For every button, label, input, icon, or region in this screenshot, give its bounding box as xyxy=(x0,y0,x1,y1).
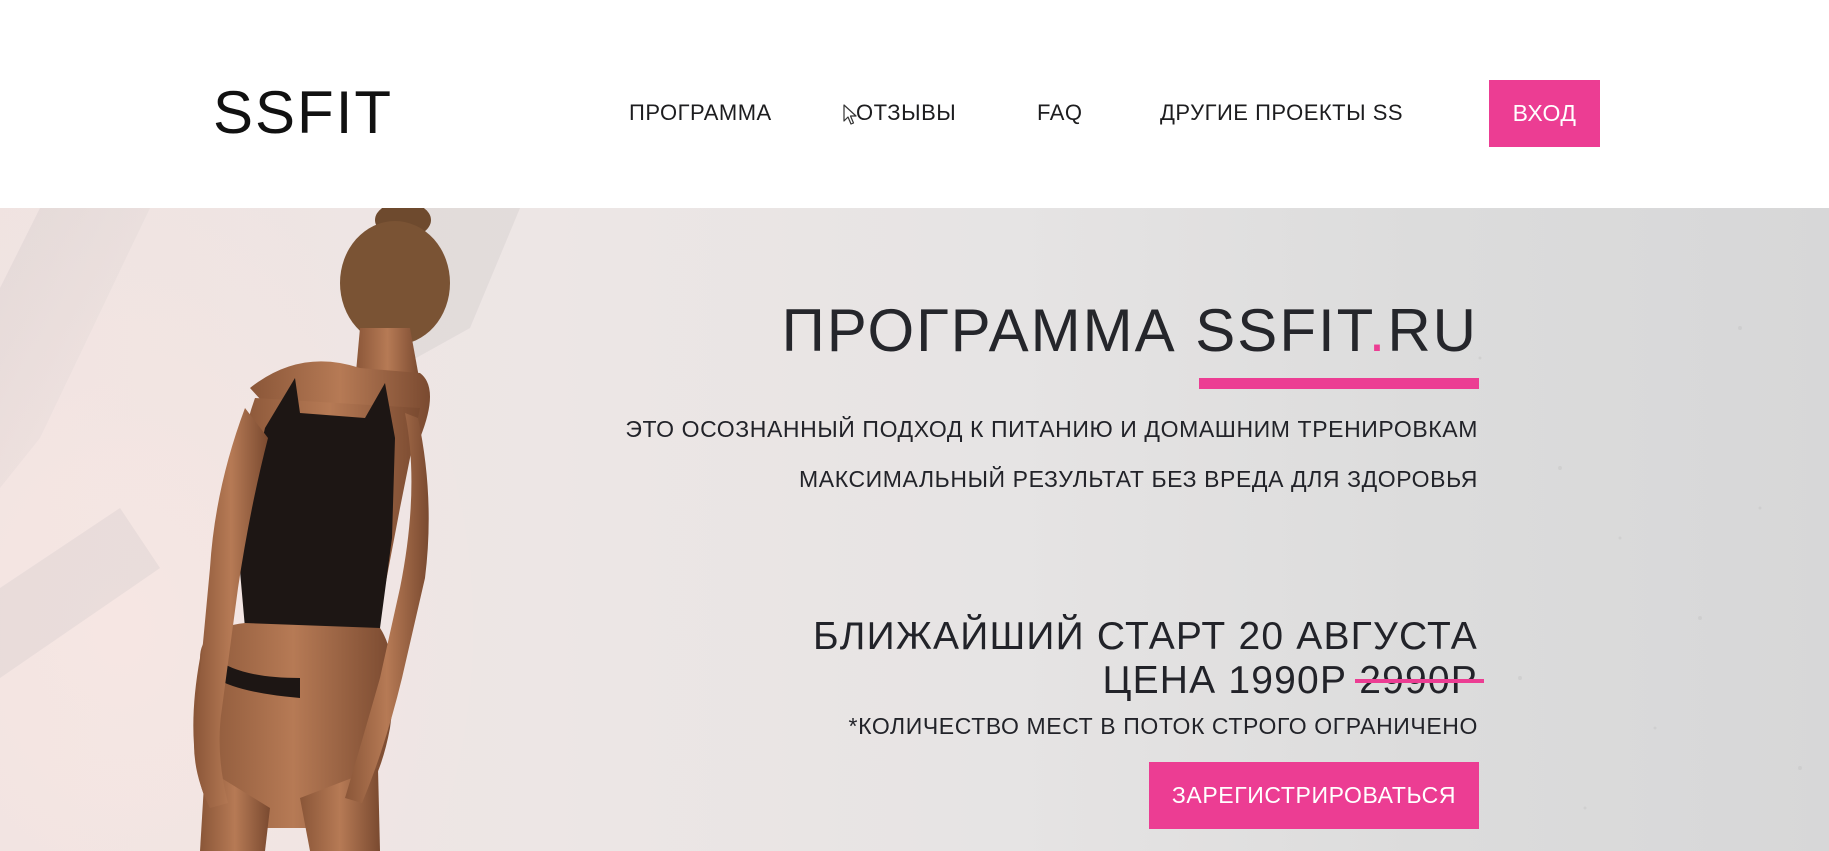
site-header: SSFIT ПРОГРАММА ОТЗЫВЫ FAQ ДРУГИЕ ПРОЕКТ… xyxy=(0,0,1829,208)
nav-link-program[interactable]: ПРОГРАММА xyxy=(629,100,772,126)
hero-content: ЭТО ОСОЗНАННЫЙ ПОДХОД К ПИТАНИЮ И ДОМАШН… xyxy=(0,208,1829,851)
login-button[interactable]: ВХОД xyxy=(1489,80,1600,147)
register-button[interactable]: ЗАРЕГИСТРИРОВАТЬСЯ xyxy=(1149,762,1479,829)
hero-subtitle-approach: ЭТО ОСОЗНАННЫЙ ПОДХОД К ПИТАНИЮ И ДОМАШН… xyxy=(625,416,1478,442)
cursor-icon xyxy=(843,104,857,125)
old-price: 2990Р xyxy=(1355,659,1484,702)
start-date: БЛИЖАЙШИЙ СТАРТ 20 АВГУСТА xyxy=(813,615,1478,658)
current-price: ЦЕНА 1990Р xyxy=(1102,659,1348,702)
price-line: ЦЕНА 1990Р 2990Р xyxy=(1102,658,1484,704)
nav-link-other-projects[interactable]: ДРУГИЕ ПРОЕКТЫ SS xyxy=(1160,100,1403,126)
seats-limit-note: *КОЛИЧЕСТВО МЕСТ В ПОТОК СТРОГО ОГРАНИЧЕ… xyxy=(848,713,1478,739)
nav-link-reviews[interactable]: ОТЗЫВЫ xyxy=(856,100,956,126)
nav-link-faq[interactable]: FAQ xyxy=(1037,100,1083,126)
site-logo[interactable]: SSFIT xyxy=(213,78,393,148)
hero-subtitle-result: МАКСИМАЛЬНЫЙ РЕЗУЛЬТАТ БЕЗ ВРЕДА ДЛЯ ЗДО… xyxy=(799,466,1478,492)
